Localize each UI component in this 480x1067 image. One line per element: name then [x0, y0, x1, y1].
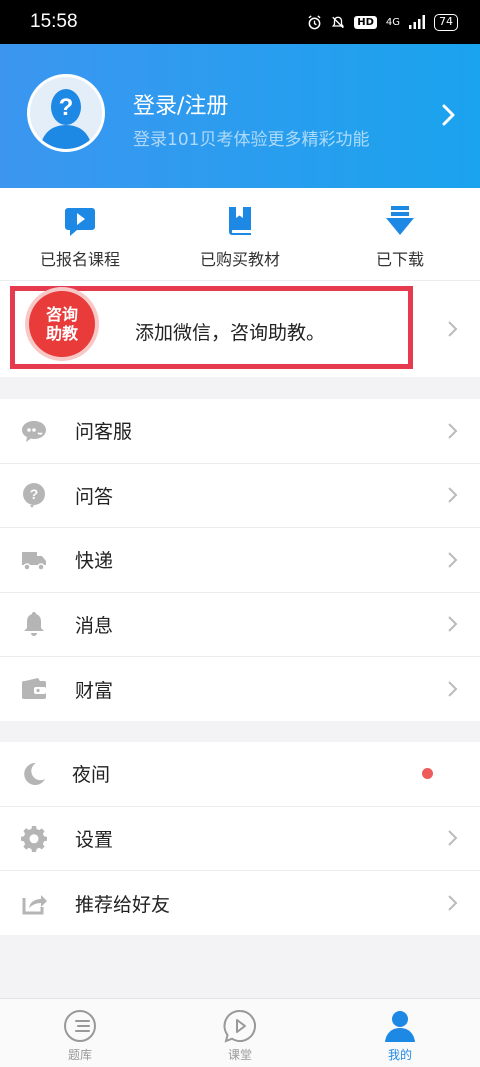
- hd-badge: HD: [354, 15, 377, 29]
- menu-label-qa: 问答: [75, 485, 114, 508]
- menu-item-night-mode[interactable]: 夜间: [0, 742, 480, 807]
- question-icon: ?: [23, 483, 45, 509]
- login-subtitle: 登录101贝考体验更多精彩功能: [133, 130, 370, 150]
- download-icon: [386, 206, 414, 235]
- menu-item-delivery[interactable]: 快递: [0, 528, 480, 593]
- status-time: 15:58: [30, 11, 78, 32]
- chevron-right-icon: [448, 616, 458, 632]
- status-icons: HD 4G 74: [307, 13, 458, 31]
- chevron-right-icon: [448, 895, 458, 911]
- enrolled-courses-button[interactable]: 已报名课程: [0, 188, 160, 280]
- menu-label-customer-service: 问客服: [75, 421, 133, 444]
- bottom-tab-bar: 题库 课堂 我的: [0, 998, 480, 1067]
- chevron-right-icon: [448, 830, 458, 846]
- question-bank-icon: [64, 1010, 96, 1042]
- profile-header[interactable]: ? 登录/注册 登录101贝考体验更多精彩功能: [0, 44, 480, 188]
- tab-label-profile: 我的: [387, 1048, 412, 1062]
- chevron-right-icon: [448, 552, 458, 568]
- classroom-play-icon: [223, 1009, 256, 1043]
- bell-icon: [24, 612, 44, 637]
- status-bar: 15:58 HD 4G 74: [0, 0, 480, 44]
- video-play-icon: [65, 208, 95, 236]
- menu-item-recommend[interactable]: 推荐给好友: [0, 871, 480, 936]
- menu-label-delivery: 快递: [75, 550, 114, 573]
- menu-item-wealth[interactable]: 财富: [0, 657, 480, 722]
- consult-assistant-badge: 咨询 助教: [29, 291, 95, 357]
- menu-item-messages[interactable]: 消息: [0, 593, 480, 657]
- customer-service-icon: [22, 420, 46, 442]
- badge-line2: 助教: [45, 324, 78, 343]
- tab-label-question-bank: 题库: [67, 1048, 92, 1062]
- alarm-icon: [308, 14, 321, 29]
- battery-indicator: 74: [434, 13, 458, 31]
- moon-icon: [24, 762, 45, 785]
- purchased-books-button[interactable]: 已购买教材: [160, 188, 320, 280]
- book-icon: [229, 207, 251, 235]
- avatar[interactable]: ?: [27, 74, 105, 152]
- wechat-assistant-banner[interactable]: 咨询 助教 添加微信，咨询助教。: [0, 280, 480, 377]
- menu-label-recommend: 推荐给好友: [75, 893, 171, 916]
- truck-icon: [22, 551, 46, 571]
- promo-text: 添加微信，咨询助教。: [135, 322, 326, 344]
- menu-item-customer-service[interactable]: 问客服: [0, 399, 480, 464]
- chevron-right-icon: [448, 321, 458, 337]
- svg-text:?: ?: [59, 94, 74, 121]
- menu-group-settings: 夜间 设置 推荐给好友: [0, 742, 480, 935]
- login-register-title[interactable]: 登录/注册: [133, 88, 228, 120]
- tab-question-bank[interactable]: 题库: [0, 999, 160, 1067]
- purchased-books-label: 已购买教材: [199, 250, 280, 269]
- downloads-button[interactable]: 已下载: [320, 188, 480, 280]
- tab-profile[interactable]: 我的: [320, 999, 480, 1067]
- menu-label-settings: 设置: [75, 828, 114, 851]
- menu-item-qa[interactable]: ? 问答: [0, 464, 480, 528]
- chevron-right-icon: [448, 423, 458, 439]
- signal-icon: [409, 15, 425, 29]
- tab-label-classroom: 课堂: [227, 1048, 252, 1062]
- menu-item-settings[interactable]: 设置: [0, 807, 480, 871]
- menu-label-messages: 消息: [75, 614, 114, 637]
- default-avatar-icon: ?: [30, 77, 102, 149]
- mute-bell-icon: [332, 16, 345, 28]
- gear-icon: [21, 826, 47, 853]
- share-icon: [22, 895, 47, 915]
- svg-text:?: ?: [30, 486, 39, 502]
- enrolled-courses-label: 已报名课程: [39, 250, 120, 269]
- downloads-label: 已下载: [375, 250, 424, 269]
- badge-line1: 咨询: [45, 305, 78, 324]
- quick-actions-row: 已报名课程 已购买教材 已下载: [0, 188, 480, 280]
- menu-label-night-mode: 夜间: [72, 764, 111, 787]
- menu-label-wealth: 财富: [75, 679, 114, 702]
- menu-group-services: 问客服 ? 问答 快递 消息 财富: [0, 399, 480, 721]
- network-label: 4G: [385, 16, 400, 28]
- profile-icon: [385, 1011, 415, 1042]
- chevron-right-icon[interactable]: [438, 102, 458, 128]
- notification-dot: [422, 768, 433, 780]
- tab-classroom[interactable]: 课堂: [160, 999, 320, 1067]
- chevron-right-icon: [448, 487, 458, 503]
- chevron-right-icon: [448, 681, 458, 697]
- wallet-icon: [22, 678, 46, 700]
